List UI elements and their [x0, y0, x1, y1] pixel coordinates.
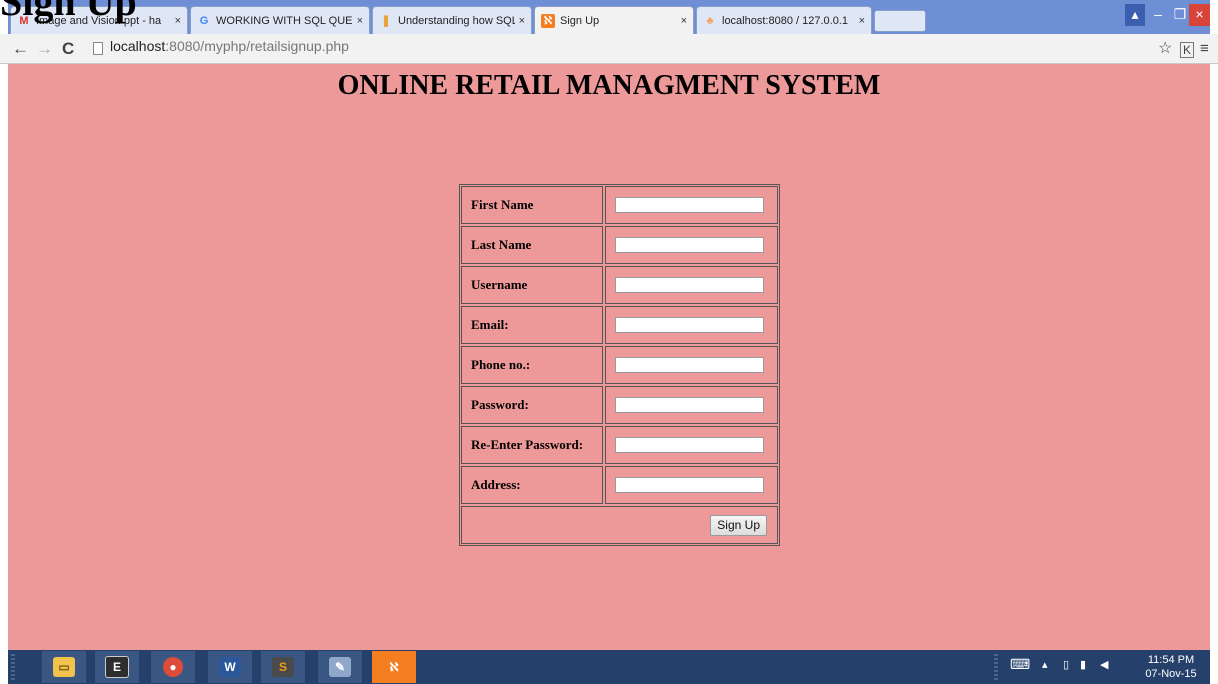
user-profile-icon[interactable]: ▴: [1125, 4, 1145, 26]
address-path: :8080/myphp/retailsignup.php: [165, 38, 349, 54]
first-name-cell: [605, 186, 778, 224]
phpmyadmin-icon: ♣: [706, 14, 714, 27]
first-name-label: First Name: [461, 186, 603, 224]
form-row-reenter-password: Re-Enter Password:: [461, 426, 778, 464]
back-icon[interactable]: ←: [12, 39, 29, 59]
phone-cell: [605, 346, 778, 384]
taskbar-paint[interactable]: ✎: [318, 651, 362, 683]
tab-phpmyadmin[interactable]: ♣ localhost:8080 / 127.0.0.1 ×: [696, 6, 872, 34]
close-icon[interactable]: ×: [681, 15, 687, 27]
close-icon[interactable]: ×: [357, 15, 363, 27]
forward-icon[interactable]: →: [36, 39, 53, 59]
reload-icon[interactable]: C: [62, 39, 74, 59]
close-icon[interactable]: ×: [175, 15, 181, 27]
submit-row: Sign Up: [461, 506, 778, 544]
last-name-cell: [605, 226, 778, 264]
extension-icon[interactable]: K: [1180, 42, 1195, 58]
battery-icon[interactable]: ▯: [1063, 658, 1069, 671]
close-window-icon[interactable]: ×: [1189, 4, 1210, 26]
tab-sign-up[interactable]: ℵ Sign Up ×: [534, 6, 694, 34]
network-icon[interactable]: ▮: [1080, 658, 1086, 671]
minimize-icon[interactable]: –: [1148, 4, 1168, 26]
paint-icon: ✎: [329, 657, 351, 677]
phone-label: Phone no.:: [461, 346, 603, 384]
username-cell: [605, 266, 778, 304]
last-name-label: Last Name: [461, 226, 603, 264]
last-name-input[interactable]: [615, 237, 764, 253]
username-label: Username: [461, 266, 603, 304]
password-cell: [605, 386, 778, 424]
restore-icon[interactable]: ❐: [1170, 4, 1190, 26]
address-label: Address:: [461, 466, 603, 504]
tab-understanding-sql[interactable]: ❚ Understanding how SQL S ×: [372, 6, 532, 34]
tab-label: Sign Up: [560, 14, 600, 27]
tray-grip: [994, 654, 998, 680]
reenter-password-input[interactable]: [615, 437, 764, 453]
form-row-username: Username: [461, 266, 778, 304]
address-host: localhost: [110, 38, 166, 54]
tab-strip: M Image and Vision ppt - ha × G WORKING …: [8, 0, 1210, 34]
phone-input[interactable]: [615, 357, 764, 373]
clock[interactable]: 11:54 PM 07-Nov-15: [1136, 653, 1206, 681]
menu-icon[interactable]: ≡: [1200, 39, 1209, 59]
taskbar-chrome[interactable]: ●: [151, 651, 195, 683]
close-icon[interactable]: ×: [519, 15, 525, 27]
close-icon[interactable]: ×: [859, 15, 865, 27]
form-row-last-name: Last Name: [461, 226, 778, 264]
clock-date: 07-Nov-15: [1145, 668, 1197, 680]
address-cell: [605, 466, 778, 504]
taskbar-file-explorer[interactable]: ▭: [42, 651, 86, 683]
taskbar-grip: [11, 654, 15, 680]
tab-sql-queries[interactable]: G WORKING WITH SQL QUE ×: [190, 6, 370, 34]
tab-label: Understanding how SQL S: [398, 14, 515, 27]
taskbar-sublime[interactable]: S: [261, 651, 305, 683]
file-explorer-icon: ▭: [53, 657, 75, 677]
new-tab-button[interactable]: [874, 10, 926, 32]
email-label: Email:: [461, 306, 603, 344]
taskbar-xampp[interactable]: ℵ: [372, 651, 416, 683]
page-icon: [93, 42, 103, 55]
form-row-email: Email:: [461, 306, 778, 344]
form-row-address: Address:: [461, 466, 778, 504]
xampp-icon: ℵ: [383, 657, 405, 677]
terminal-icon: E: [105, 656, 129, 678]
email-cell: [605, 306, 778, 344]
page-title: ONLINE RETAIL MANAGMENT SYSTEM: [337, 70, 881, 101]
taskbar-word[interactable]: W: [208, 651, 252, 683]
signup-form: First Name Last Name Username Email: Pho…: [459, 184, 780, 546]
tab-label: WORKING WITH SQL QUE: [216, 14, 353, 27]
address-input[interactable]: [615, 477, 764, 493]
form-row-first-name: First Name: [461, 186, 778, 224]
clock-time: 11:54 PM: [1147, 654, 1195, 666]
volume-icon[interactable]: ◀: [1100, 658, 1108, 671]
tray-expand-icon[interactable]: ▴: [1042, 658, 1048, 671]
bookmark-icon: ❚: [381, 14, 391, 27]
xampp-icon: ℵ: [541, 13, 555, 28]
taskbar-terminal[interactable]: E: [95, 651, 139, 683]
browser-tab-bar: M Image and Vision ppt - ha × G WORKING …: [0, 0, 1218, 34]
chrome-icon: ●: [163, 657, 183, 677]
reenter-password-cell: [605, 426, 778, 464]
page-content: ONLINE RETAIL MANAGMENT SYSTEM First Nam…: [8, 64, 1210, 650]
tab-label: localhost:8080 / 127.0.0.1: [722, 14, 848, 27]
reenter-password-label: Re-Enter Password:: [461, 426, 603, 464]
password-label: Password:: [461, 386, 603, 424]
google-icon: G: [199, 14, 209, 27]
word-icon: W: [219, 657, 241, 677]
email-input[interactable]: [615, 317, 764, 333]
first-name-input[interactable]: [615, 197, 764, 213]
form-row-phone: Phone no.:: [461, 346, 778, 384]
star-icon[interactable]: ☆: [1158, 39, 1172, 59]
password-input[interactable]: [615, 397, 764, 413]
sublime-icon: S: [272, 657, 294, 677]
keyboard-icon[interactable]: ⌨: [1010, 656, 1030, 673]
taskbar: ▭ E ● W S ✎ ℵ ⌨ ▴ ▯ ▮ ◀ 11:54 PM 07-Nov-…: [8, 650, 1210, 684]
sign-up-heading: Sign Up: [0, 0, 137, 24]
address-bar[interactable]: localhost:8080/myphp/retailsignup.php: [110, 38, 349, 54]
username-input[interactable]: [615, 277, 764, 293]
form-row-password: Password:: [461, 386, 778, 424]
sign-up-button[interactable]: Sign Up: [710, 514, 767, 536]
